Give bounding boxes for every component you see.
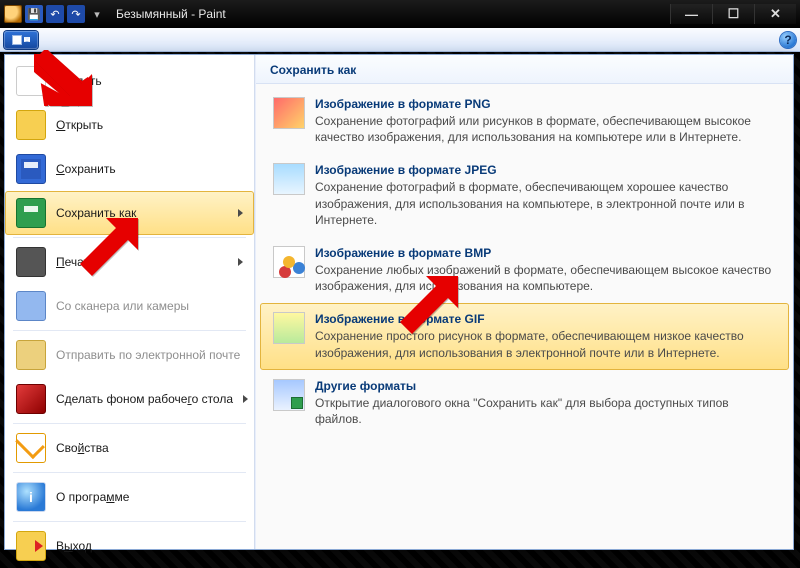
menu-item-save[interactable]: Сохранить — [5, 147, 254, 191]
menu-separator — [13, 472, 246, 473]
save-as-icon — [16, 198, 46, 228]
format-title: Изображение в формате GIF — [315, 312, 776, 326]
save-as-submenu: Сохранить как Изображение в формате PNG С… — [255, 55, 793, 549]
menu-item-email: Отправить по электронной почте — [5, 333, 254, 377]
gif-format-icon — [273, 312, 305, 344]
menu-item-scanner: Со сканера или камеры — [5, 284, 254, 328]
format-list: Изображение в формате PNG Сохранение фото… — [256, 84, 793, 440]
bmp-format-icon — [273, 246, 305, 278]
file-menu-tab[interactable] — [4, 31, 38, 49]
format-item-jpeg[interactable]: Изображение в формате JPEG Сохранение фот… — [260, 154, 789, 237]
menu-item-exit[interactable]: Выход — [5, 524, 254, 568]
menu-separator — [13, 423, 246, 424]
submenu-title: Сохранить как — [256, 55, 793, 84]
ribbon-bar: ? — [0, 28, 800, 52]
other-format-icon — [273, 379, 305, 411]
window-title: Безымянный - Paint — [116, 7, 226, 21]
format-title: Другие форматы — [315, 379, 776, 393]
format-desc: Открытие диалогового окна "Сохранить как… — [315, 395, 776, 427]
menu-label: Открыть — [56, 118, 103, 132]
menu-separator — [13, 237, 246, 238]
menu-item-open[interactable]: Открыть — [5, 103, 254, 147]
menu-separator — [13, 330, 246, 331]
mail-icon — [16, 340, 46, 370]
menu-label: Сохранить как — [56, 206, 136, 220]
menu-label: Отправить по электронной почте — [56, 348, 240, 362]
qat-save-button[interactable]: 💾 — [25, 5, 43, 23]
format-title: Изображение в формате JPEG — [315, 163, 776, 177]
submenu-caret-icon — [243, 395, 248, 403]
scanner-icon — [16, 291, 46, 321]
maximize-button[interactable]: ☐ — [712, 4, 754, 24]
print-icon — [16, 247, 46, 277]
format-desc: Сохранение любых изображений в формате, … — [315, 262, 776, 294]
format-title: Изображение в формате PNG — [315, 97, 776, 111]
menu-item-desktop-bg[interactable]: Сделать фоном рабочего стола — [5, 377, 254, 421]
format-title: Изображение в формате BMP — [315, 246, 776, 260]
menu-item-save-as[interactable]: Сохранить как — [5, 191, 254, 235]
format-item-png[interactable]: Изображение в формате PNG Сохранение фото… — [260, 88, 789, 154]
save-icon — [16, 154, 46, 184]
help-button[interactable]: ? — [780, 32, 796, 48]
format-item-gif[interactable]: Изображение в формате GIF Сохранение прос… — [260, 303, 789, 369]
format-item-bmp[interactable]: Изображение в формате BMP Сохранение любы… — [260, 237, 789, 303]
new-icon — [16, 66, 46, 96]
titlebar: 💾 ↶ ↷ ▾ Безымянный - Paint — ☐ ✕ — [0, 0, 800, 28]
jpeg-format-icon — [273, 163, 305, 195]
paint-icon — [4, 5, 22, 23]
menu-label: Свойства — [56, 441, 109, 455]
close-button[interactable]: ✕ — [754, 4, 796, 24]
png-format-icon — [273, 97, 305, 129]
menu-item-properties[interactable]: Свойства — [5, 426, 254, 470]
minimize-button[interactable]: — — [670, 4, 712, 24]
format-desc: Сохранение простого рисунок в формате, о… — [315, 328, 776, 360]
submenu-caret-icon — [238, 258, 243, 266]
menu-label: Сохранить — [56, 162, 116, 176]
file-menu: Создать Открыть Сохранить Сохранить как … — [4, 54, 794, 550]
menu-item-print[interactable]: Печать — [5, 240, 254, 284]
properties-icon — [16, 433, 46, 463]
qat-customize-button[interactable]: ▾ — [88, 5, 106, 23]
desktop-icon — [16, 384, 46, 414]
menu-label: Сделать фоном рабочего стола — [56, 392, 233, 406]
menu-label: Со сканера или камеры — [56, 299, 189, 313]
menu-label: О программе — [56, 490, 129, 504]
qat-redo-button[interactable]: ↷ — [67, 5, 85, 23]
file-menu-left: Создать Открыть Сохранить Сохранить как … — [5, 55, 255, 549]
menu-label: Выход — [56, 539, 92, 553]
menu-item-new[interactable]: Создать — [5, 59, 254, 103]
format-desc: Сохранение фотографий в формате, обеспеч… — [315, 179, 776, 228]
quick-access-toolbar: 💾 ↶ ↷ ▾ — [4, 5, 106, 23]
qat-undo-button[interactable]: ↶ — [46, 5, 64, 23]
exit-icon — [16, 531, 46, 561]
menu-separator — [13, 521, 246, 522]
about-icon: i — [16, 482, 46, 512]
format-desc: Сохранение фотографий или рисунков в фор… — [315, 113, 776, 145]
menu-label: Создать — [56, 74, 102, 88]
format-item-other[interactable]: Другие форматы Открытие диалогового окна … — [260, 370, 789, 436]
menu-item-about[interactable]: i О программе — [5, 475, 254, 519]
open-icon — [16, 110, 46, 140]
menu-label: Печать — [56, 255, 95, 269]
submenu-caret-icon — [238, 209, 243, 217]
